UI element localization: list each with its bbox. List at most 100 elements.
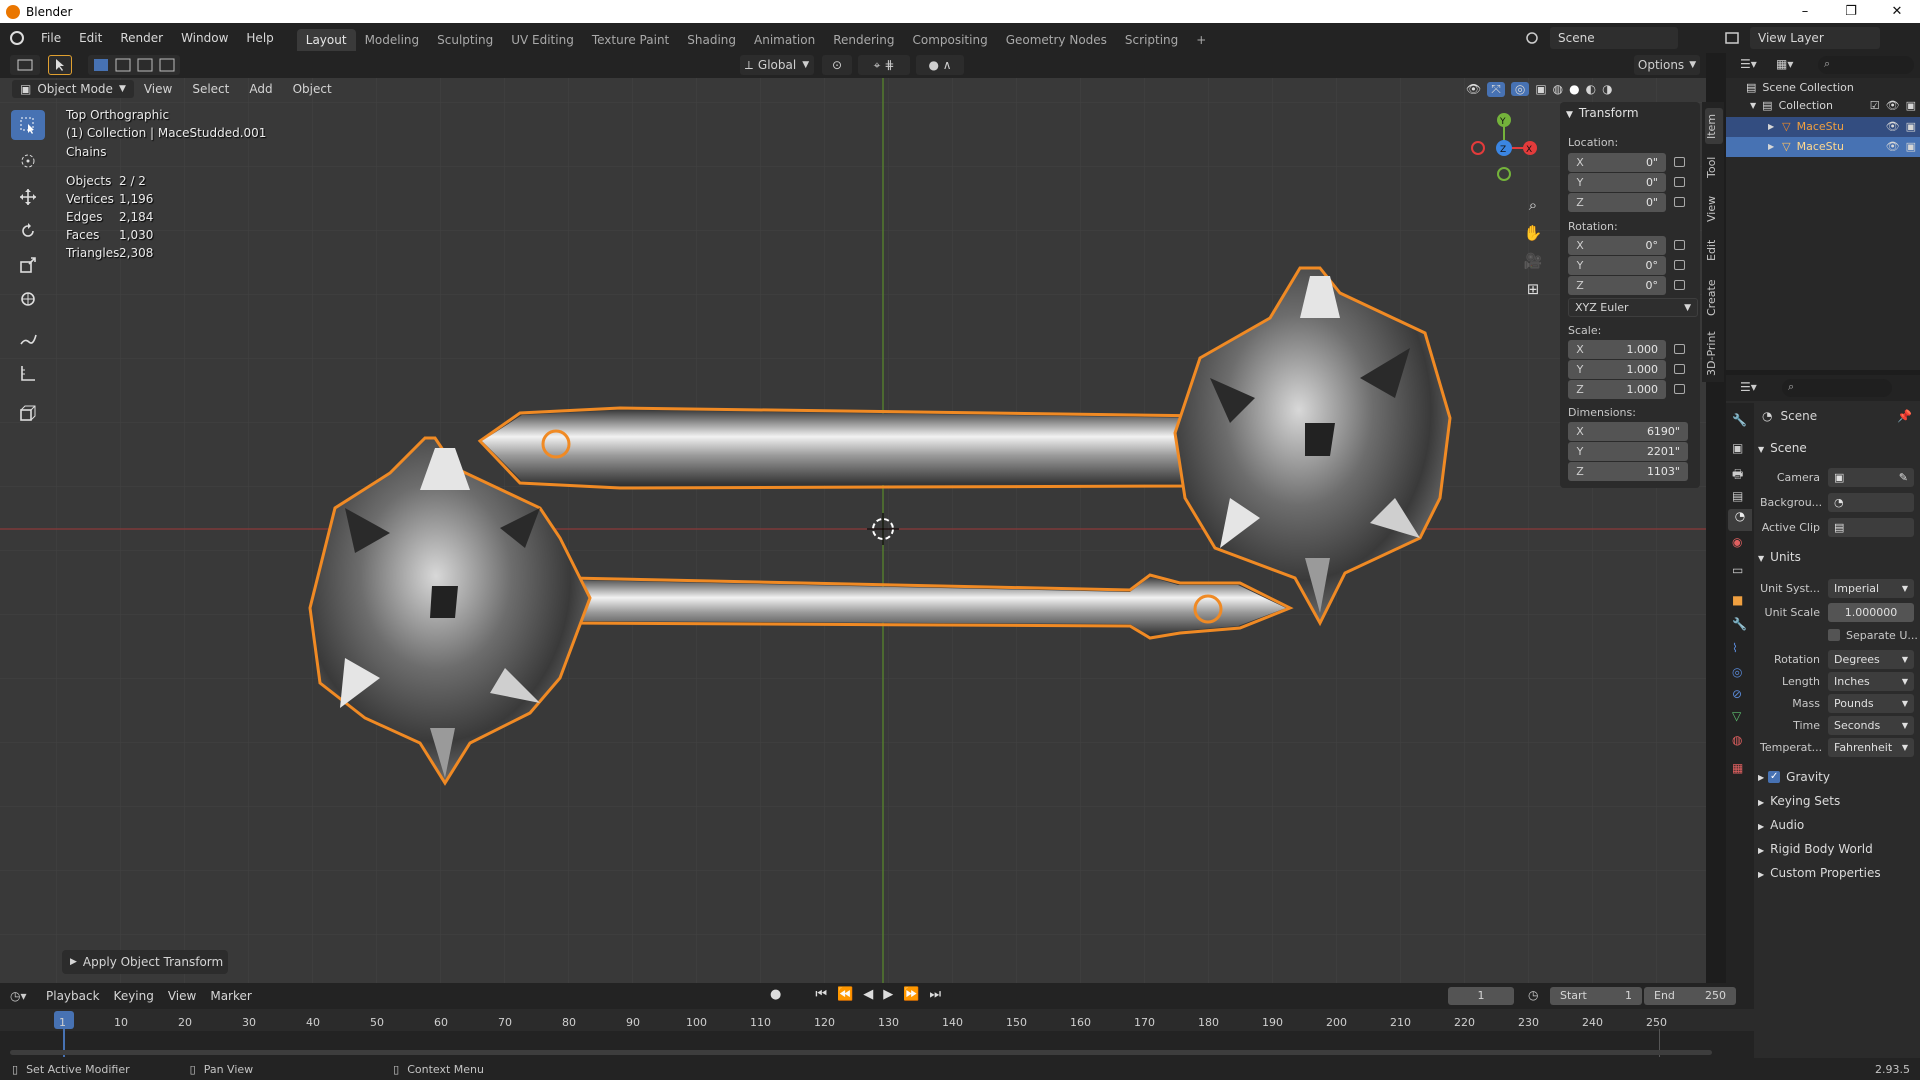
viewport-menu-add[interactable]: Add — [239, 82, 282, 96]
time-units-dropdown[interactable]: Seconds ▼ — [1828, 715, 1914, 735]
snap-toggle-icon[interactable]: ⌖ ⋕ — [858, 55, 910, 75]
material-tab-icon[interactable]: ◍ — [1732, 733, 1742, 747]
editor-type-icon[interactable] — [10, 55, 40, 75]
timeline-menu-keying[interactable]: Keying — [114, 989, 154, 1003]
tab-sculpting[interactable]: Sculpting — [428, 29, 502, 51]
rendered-shading-icon[interactable]: ◑ — [1602, 82, 1612, 96]
particles-tab-icon[interactable]: ⌇ — [1732, 641, 1738, 655]
viewport-menu-object[interactable]: Object — [283, 82, 342, 96]
outliner-editor-type-icon[interactable]: ☰▾ — [1740, 57, 1757, 71]
scale-x-field[interactable]: X 1.000 — [1568, 340, 1666, 359]
timeline-ruler[interactable] — [0, 1009, 1754, 1031]
timeline-menu-playback[interactable]: Playback — [46, 989, 100, 1003]
collection-tab-icon[interactable]: ▭ — [1732, 563, 1743, 577]
rotation-y-field[interactable]: Y 0° — [1568, 256, 1666, 275]
sidebar-tab-edit[interactable]: Edit — [1705, 236, 1723, 264]
camera-field[interactable]: ▣ ✎ — [1828, 467, 1914, 487]
scale-tool-icon[interactable] — [11, 250, 45, 280]
select-mode-buttons[interactable] — [88, 55, 180, 75]
current-frame-field[interactable]: 1 — [1448, 987, 1514, 1005]
view-layer-tab-icon[interactable]: ▤ — [1732, 489, 1743, 503]
checkbox-icon[interactable]: ☑ — [1870, 99, 1880, 112]
next-keyframe-icon[interactable]: ⏩ — [903, 987, 919, 1002]
pivot-point-icon[interactable]: ⊙ — [822, 55, 852, 75]
scene-collection-row[interactable]: ▤ Scene Collection — [1746, 81, 1854, 94]
transform-orientation-dropdown[interactable]: ⟂ Global ▼ — [740, 55, 814, 75]
play-reverse-icon[interactable]: ◀ — [863, 987, 873, 1002]
modifier-tab-icon[interactable]: 🔧 — [1732, 617, 1747, 631]
lock-icon[interactable] — [1674, 240, 1685, 250]
world-tab-icon[interactable]: ◉ — [1732, 535, 1742, 549]
sidebar-tab-view[interactable]: View — [1705, 193, 1723, 225]
rotation-x-field[interactable]: X 0° — [1568, 236, 1666, 255]
tab-compositing[interactable]: Compositing — [903, 29, 996, 51]
clock-icon[interactable]: ◷ — [1528, 988, 1538, 1002]
rigid-body-world-panel-header[interactable]: ▶ Rigid Body World — [1758, 842, 1873, 856]
sidebar-tab-tool[interactable]: Tool — [1705, 152, 1723, 182]
tab-rendering[interactable]: Rendering — [824, 29, 903, 51]
rotation-mode-dropdown[interactable]: XYZ Euler ▼ — [1568, 298, 1698, 317]
tab-shading[interactable]: Shading — [678, 29, 745, 51]
dimension-z-field[interactable]: Z 1103" — [1568, 462, 1688, 481]
ortho-grid-icon[interactable]: ⊞ — [1527, 280, 1540, 298]
rotation-units-dropdown[interactable]: Degrees ▼ — [1828, 649, 1914, 669]
separate-units-checkbox[interactable]: Separate U... — [1828, 629, 1918, 642]
location-x-field[interactable]: X 0" — [1568, 153, 1666, 172]
viewport-menu-view[interactable]: View — [134, 82, 182, 96]
timeline-scrollbar[interactable] — [10, 1050, 1712, 1055]
tab-geometry-nodes[interactable]: Geometry Nodes — [997, 29, 1116, 51]
jump-end-icon[interactable]: ⏭ — [929, 987, 941, 1002]
dimension-y-field[interactable]: Y 2201" — [1568, 442, 1688, 461]
close-button[interactable]: ✕ — [1874, 0, 1920, 23]
tab-scripting[interactable]: Scripting — [1116, 29, 1187, 51]
menu-render[interactable]: Render — [111, 31, 172, 45]
pin-icon[interactable]: 📌 — [1897, 409, 1912, 423]
lock-icon[interactable] — [1674, 384, 1685, 394]
proportional-edit-icon[interactable]: ● ∧ — [916, 55, 964, 75]
timeline-menu-view[interactable]: View — [168, 989, 196, 1003]
3d-viewport[interactable]: ▣ Object Mode ▼ View Select Add Object 👁… — [0, 78, 1706, 983]
object-mode-dropdown[interactable]: ▣ Object Mode ▼ — [12, 80, 134, 98]
play-icon[interactable]: ▶ — [883, 987, 893, 1002]
tool-tab-icon[interactable]: 🔧 — [1732, 413, 1747, 427]
camera-icon[interactable]: ▣ — [1906, 140, 1916, 153]
unit-scale-field[interactable]: 1.000000 — [1828, 602, 1914, 622]
prev-keyframe-icon[interactable]: ⏪ — [837, 987, 853, 1002]
outliner-object-row[interactable]: ▶ ▽ MaceStu 👁 ▣ — [1768, 120, 1916, 133]
xray-icon[interactable]: ▣ — [1535, 82, 1546, 96]
jump-start-icon[interactable]: ⏮ — [815, 987, 827, 1002]
start-frame-field[interactable]: Start 1 — [1550, 987, 1642, 1005]
transform-tool-icon[interactable] — [11, 284, 45, 314]
units-panel-header[interactable]: ▼ Units — [1758, 550, 1801, 564]
collection-row[interactable]: ▼ ▤ Collection ☑ 👁 ▣ — [1750, 99, 1916, 112]
scene-panel-header[interactable]: ▼ Scene — [1758, 441, 1807, 455]
eye-icon[interactable]: 👁 — [1886, 120, 1900, 133]
temperature-units-dropdown[interactable]: Fahrenheit ▼ — [1828, 737, 1914, 757]
solid-shading-icon[interactable]: ● — [1569, 82, 1579, 96]
lock-icon[interactable] — [1674, 260, 1685, 270]
add-workspace-button[interactable]: + — [1187, 29, 1215, 51]
last-operator-panel[interactable]: ▶ Apply Object Transform — [62, 950, 228, 974]
tab-layout[interactable]: Layout — [296, 29, 356, 51]
gizmo-toggle-icon[interactable]: ⤧ — [1487, 81, 1505, 97]
record-icon[interactable]: ● — [770, 987, 781, 1002]
transform-header[interactable]: ▼ Transform — [1566, 106, 1639, 120]
scene-selector[interactable]: Scene — [1550, 27, 1678, 49]
select-box-tool-icon[interactable] — [11, 110, 45, 140]
menu-edit[interactable]: Edit — [70, 31, 111, 45]
eye-icon[interactable]: 👁 — [1886, 140, 1900, 153]
add-cube-tool-icon[interactable] — [11, 398, 45, 428]
dimension-x-field[interactable]: X 6190" — [1568, 422, 1688, 441]
data-tab-icon[interactable]: ▽ — [1732, 709, 1741, 723]
length-units-dropdown[interactable]: Inches ▼ — [1828, 671, 1914, 691]
lock-icon[interactable] — [1674, 364, 1685, 374]
measure-tool-icon[interactable] — [11, 358, 45, 388]
scale-y-field[interactable]: Y 1.000 — [1568, 360, 1666, 379]
move-tool-icon[interactable] — [11, 182, 45, 212]
constraints-tab-icon[interactable]: ⊘ — [1732, 687, 1742, 701]
outliner-search-input[interactable]: ⌕ — [1818, 56, 1914, 74]
active-clip-field[interactable]: ▤ — [1828, 517, 1914, 537]
zoom-icon[interactable]: ⌕ — [1529, 196, 1537, 214]
custom-properties-panel-header[interactable]: ▶ Custom Properties — [1758, 866, 1881, 880]
eye-icon[interactable]: 👁 — [1886, 99, 1900, 112]
